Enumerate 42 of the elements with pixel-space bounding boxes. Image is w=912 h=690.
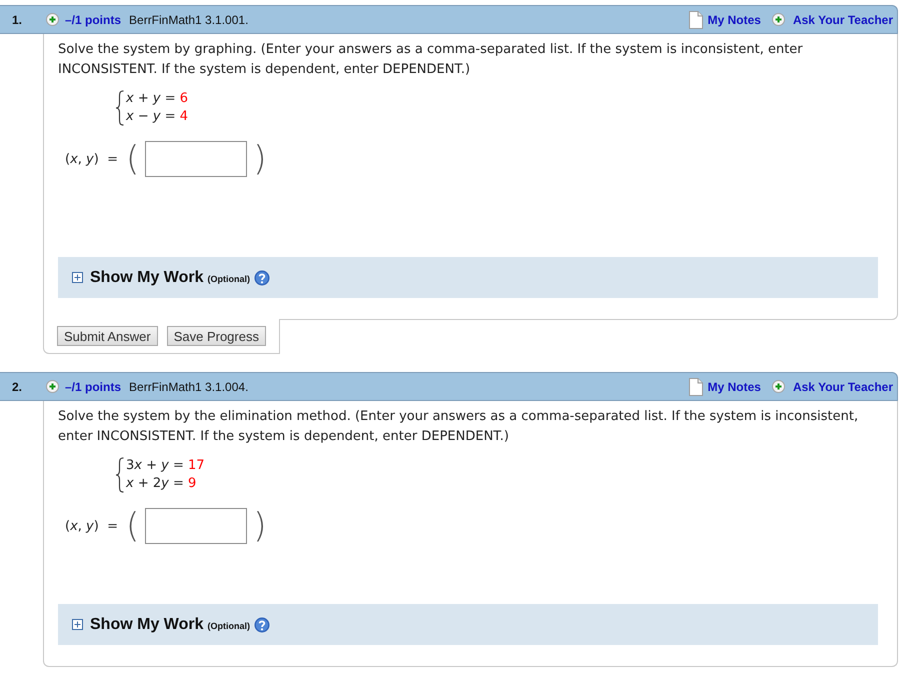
notes-link[interactable]: My Notes (708, 380, 761, 394)
question-prompt: Solve the system by graphing. (Enter your answers as a comma-separated list. If the system is inconsistent, enter INCONSISTENT. If the system is dependent, enter DEPENDENT.) (58, 41, 804, 79)
equation: x + 2y = 9 (126, 475, 198, 493)
submit-button[interactable]: Submit Answer (57, 326, 158, 346)
help-icon[interactable] (254, 616, 270, 632)
notes-link[interactable]: My Notes (708, 12, 761, 26)
brace-icon (115, 457, 124, 493)
left-parenthesis: ( (126, 141, 140, 177)
right-parenthesis: ) (253, 141, 267, 177)
ask-teacher-link[interactable]: Ask Your Teacher (792, 12, 893, 26)
equation: x + y = 6 (126, 90, 188, 108)
answer-label: (x, y) = (65, 518, 118, 534)
help-icon[interactable] (254, 270, 270, 286)
plus-icon[interactable] (772, 13, 785, 26)
brace-icon (115, 90, 124, 126)
answer-field[interactable] (145, 141, 248, 177)
right-parenthesis: ) (253, 508, 267, 544)
page-icon[interactable] (688, 10, 703, 28)
left-parenthesis: ( (126, 508, 140, 544)
question-source: BerrFinMath1 3.1.004. (129, 380, 248, 394)
plus-box-icon[interactable] (72, 619, 83, 630)
question-source: BerrFinMath1 3.1.001. (129, 12, 248, 26)
plus-icon[interactable] (772, 380, 785, 393)
page-icon[interactable] (688, 378, 703, 396)
answer-field[interactable] (145, 508, 248, 544)
ask-teacher-link[interactable]: Ask Your Teacher (792, 380, 893, 394)
equation: 3x + y = 17 (126, 457, 205, 475)
question-number: 2. (12, 380, 24, 394)
equation: x − y = 4 (126, 108, 188, 126)
plus-box-icon[interactable] (72, 272, 83, 283)
plus-icon[interactable] (46, 13, 59, 26)
points-link[interactable]: –/1 points (65, 12, 122, 26)
answer-label: (x, y) = (65, 152, 118, 166)
show-work-link[interactable]: Show My Work (90, 616, 204, 634)
optional-note: (Optional) (208, 621, 250, 631)
save-button[interactable]: Save Progress (166, 326, 266, 346)
points-link[interactable]: –/1 points (65, 380, 122, 394)
question-prompt: Solve the system by the elimination method. (Enter your answers as a comma-separated list. If the system is inconsistent, enter INCONSISTENT. If the system is dependent, enter DEPENDENT.) (58, 408, 860, 446)
show-work-link[interactable]: Show My Work (90, 268, 204, 286)
optional-note: (Optional) (208, 274, 250, 284)
plus-icon[interactable] (46, 380, 59, 393)
question-number: 1. (12, 12, 24, 26)
